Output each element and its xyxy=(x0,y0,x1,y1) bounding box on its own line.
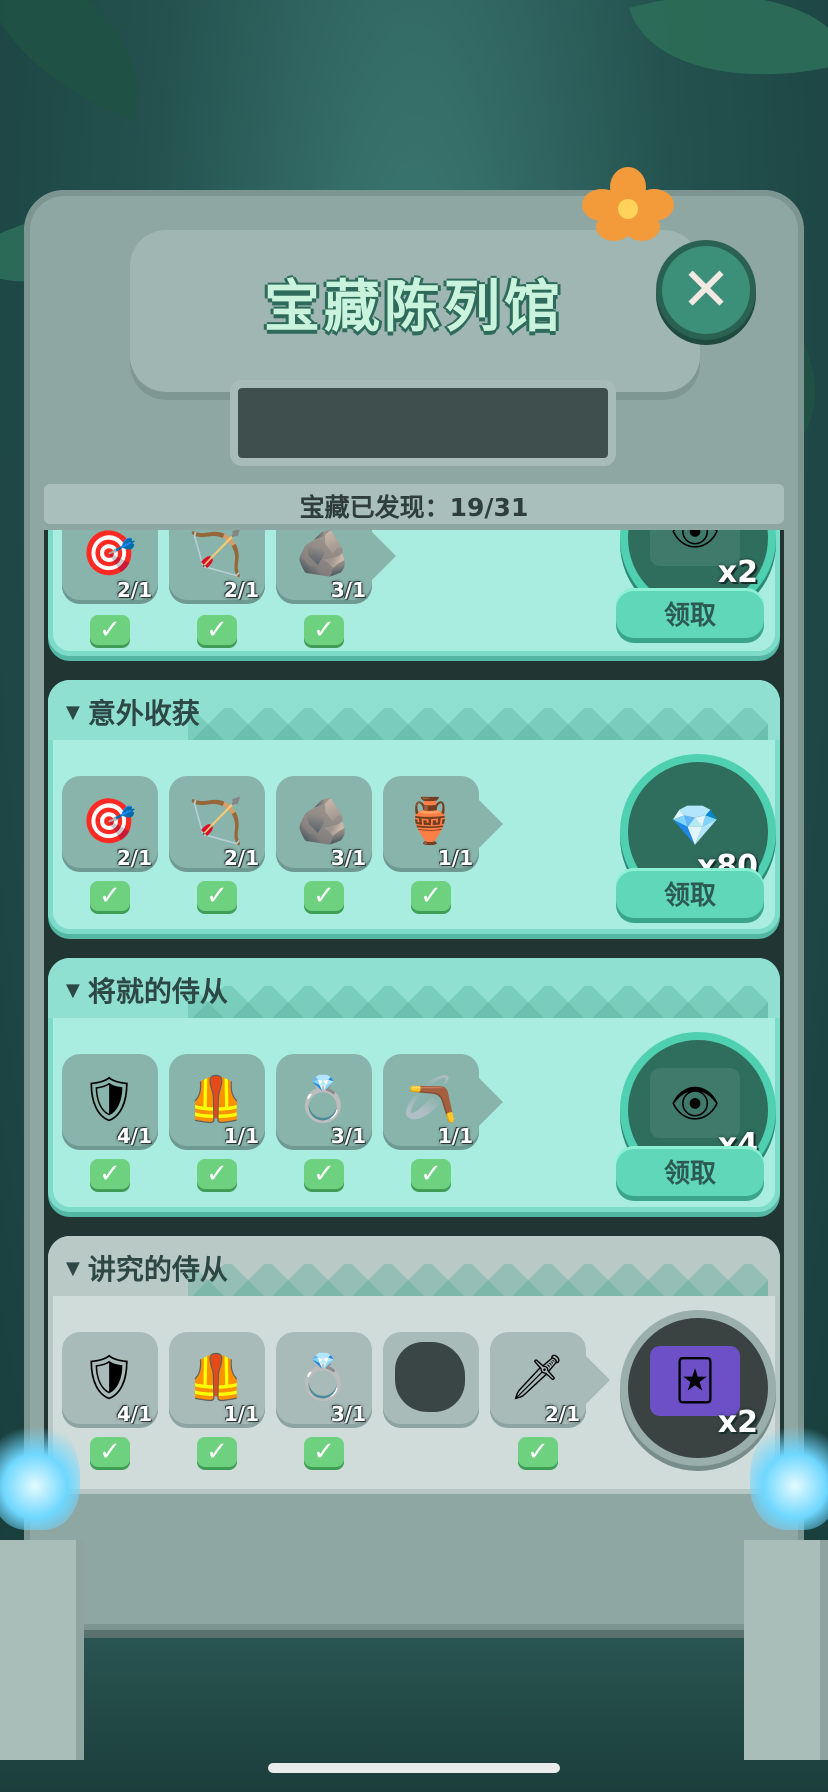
claim-button[interactable]: 领取 xyxy=(616,868,764,918)
checkmark-icon: ✓ xyxy=(276,1432,372,1472)
item-count: 3/1 xyxy=(330,1402,366,1426)
checkmark-icon: ✓ xyxy=(276,1154,372,1194)
item-count: 4/1 xyxy=(116,1124,152,1148)
card-header[interactable]: ▼ 讲究的侍从 xyxy=(48,1236,780,1296)
collection-item[interactable]: 💍 3/1 xyxy=(276,1054,372,1150)
item-row: 🛡 4/1 🦺 1/1 💍 3/1 🗡 2/1 xyxy=(62,1332,610,1428)
item-row: 🎯 2/1 🏹 2/1 🪨 3/1 🏺 1/1 xyxy=(62,776,503,872)
check-row: ✓ ✓ ✓ xyxy=(62,610,372,650)
reward-count: x2 xyxy=(717,555,758,590)
item-count: 2/1 xyxy=(223,578,259,602)
checkmark-icon: ✓ xyxy=(383,1154,479,1194)
item-count: 3/1 xyxy=(330,846,366,870)
checkmark-icon: ✓ xyxy=(169,1432,265,1472)
collection-item[interactable]: 🏺 1/1 xyxy=(383,776,503,872)
check-row: ✓ ✓ ✓ ✓ xyxy=(62,1154,479,1194)
reward-badge: 🃏 x2 xyxy=(620,1310,776,1466)
checkmark-icon: ✓ xyxy=(62,1154,158,1194)
reward-count: x2 xyxy=(717,1405,758,1440)
checkmark-icon: ✓ xyxy=(62,610,158,650)
collection-item[interactable]: 🦺 1/1 xyxy=(169,1332,265,1428)
collection-item[interactable]: 🏹 2/1 xyxy=(169,530,265,604)
checkmark-icon: ✓ xyxy=(276,610,372,650)
collection-list[interactable]: 🎯 2/1 🏹 2/1 🪨 3/1 ✓ ✓ ✓ 👁 x2 领取 ▼ 意外收获 🎯… xyxy=(44,530,784,1494)
unknown-item-icon xyxy=(395,1342,465,1412)
item-count: 1/1 xyxy=(223,1124,259,1148)
check-row: ✓ ✓ ✓ ✓ xyxy=(62,876,479,916)
stone-pillar-left xyxy=(0,1540,84,1760)
empty-check-slot: ✓ xyxy=(383,1432,479,1472)
checkmark-icon: ✓ xyxy=(169,876,265,916)
checkmark-icon: ✓ xyxy=(62,876,158,916)
card-title: 讲究的侍从 xyxy=(87,1253,228,1286)
stone-window xyxy=(230,380,616,466)
treasure-progress: 宝藏已发现：19/31 xyxy=(44,484,784,528)
item-count: 2/1 xyxy=(544,1402,580,1426)
blue-flame-icon xyxy=(750,1420,828,1530)
header-pattern xyxy=(188,1264,768,1296)
item-row: 🎯 2/1 🏹 2/1 🪨 3/1 xyxy=(62,530,396,604)
collection-item[interactable]: 🎯 2/1 xyxy=(62,776,158,872)
claim-button[interactable]: 领取 xyxy=(616,1146,764,1196)
collection-item[interactable]: 🪨 3/1 xyxy=(276,776,372,872)
collection-card: ▼ 意外收获 🎯 2/1 🏹 2/1 🪨 3/1 🏺 1/1 ✓ ✓ ✓ ✓ 💎… xyxy=(48,680,780,934)
collection-item[interactable]: 🦺 1/1 xyxy=(169,1054,265,1150)
item-count: 1/1 xyxy=(437,1124,473,1148)
checkmark-icon: ✓ xyxy=(169,1154,265,1194)
home-indicator[interactable] xyxy=(268,1763,560,1773)
checkmark-icon: ✓ xyxy=(490,1432,586,1472)
orange-flower-icon xyxy=(582,167,674,241)
collection-item[interactable]: 🎯 2/1 xyxy=(62,530,158,604)
checkmark-icon: ✓ xyxy=(276,876,372,916)
item-count: 3/1 xyxy=(330,1124,366,1148)
collection-item[interactable]: 🪃 1/1 xyxy=(383,1054,503,1150)
item-row: 🛡 4/1 🦺 1/1 💍 3/1 🪃 1/1 xyxy=(62,1054,503,1150)
checkmark-icon: ✓ xyxy=(383,876,479,916)
chevron-down-icon: ▼ xyxy=(66,1257,80,1279)
collection-card: ▼ 将就的侍从 🛡 4/1 🦺 1/1 💍 3/1 🪃 1/1 ✓ ✓ ✓ ✓ … xyxy=(48,958,780,1212)
check-row: ✓ ✓ ✓ ✓ ✓ xyxy=(62,1432,586,1472)
item-count: 1/1 xyxy=(437,846,473,870)
chevron-down-icon: ▼ xyxy=(66,979,80,1001)
claim-button[interactable]: 领取 xyxy=(616,588,764,638)
close-icon: ✕ xyxy=(680,255,732,325)
collection-item[interactable]: 🪨 3/1 xyxy=(276,530,396,604)
collection-card-partial: 🎯 2/1 🏹 2/1 🪨 3/1 ✓ ✓ ✓ 👁 x2 领取 xyxy=(48,530,780,656)
item-count: 2/1 xyxy=(223,846,259,870)
close-button[interactable]: ✕ xyxy=(656,240,756,340)
collection-item-missing[interactable] xyxy=(383,1332,479,1428)
card-title: 意外收获 xyxy=(87,697,200,730)
collection-item[interactable]: 🛡 4/1 xyxy=(62,1332,158,1428)
item-count: 3/1 xyxy=(330,578,366,602)
item-count: 1/1 xyxy=(223,1402,259,1426)
stone-pillar-right xyxy=(744,1540,828,1760)
card-title: 将就的侍从 xyxy=(87,975,228,1008)
collection-item[interactable]: 💍 3/1 xyxy=(276,1332,372,1428)
checkmark-icon: ✓ xyxy=(169,610,265,650)
item-count: 2/1 xyxy=(116,578,152,602)
collection-item[interactable]: 🗡 2/1 xyxy=(490,1332,610,1428)
card-header[interactable]: ▼ 意外收获 xyxy=(48,680,780,740)
card-header[interactable]: ▼ 将就的侍从 xyxy=(48,958,780,1018)
header-pattern xyxy=(188,986,768,1018)
chevron-down-icon: ▼ xyxy=(66,701,80,723)
collection-item[interactable]: 🏹 2/1 xyxy=(169,776,265,872)
collection-item[interactable]: 🛡 4/1 xyxy=(62,1054,158,1150)
item-count: 2/1 xyxy=(116,846,152,870)
item-count: 4/1 xyxy=(116,1402,152,1426)
progress-text: 宝藏已发现：19/31 xyxy=(299,493,529,522)
collection-card-locked: ▼ 讲究的侍从 🛡 4/1 🦺 1/1 💍 3/1 🗡 2/1 ✓ ✓ ✓ ✓ … xyxy=(48,1236,780,1494)
header-pattern xyxy=(188,708,768,740)
